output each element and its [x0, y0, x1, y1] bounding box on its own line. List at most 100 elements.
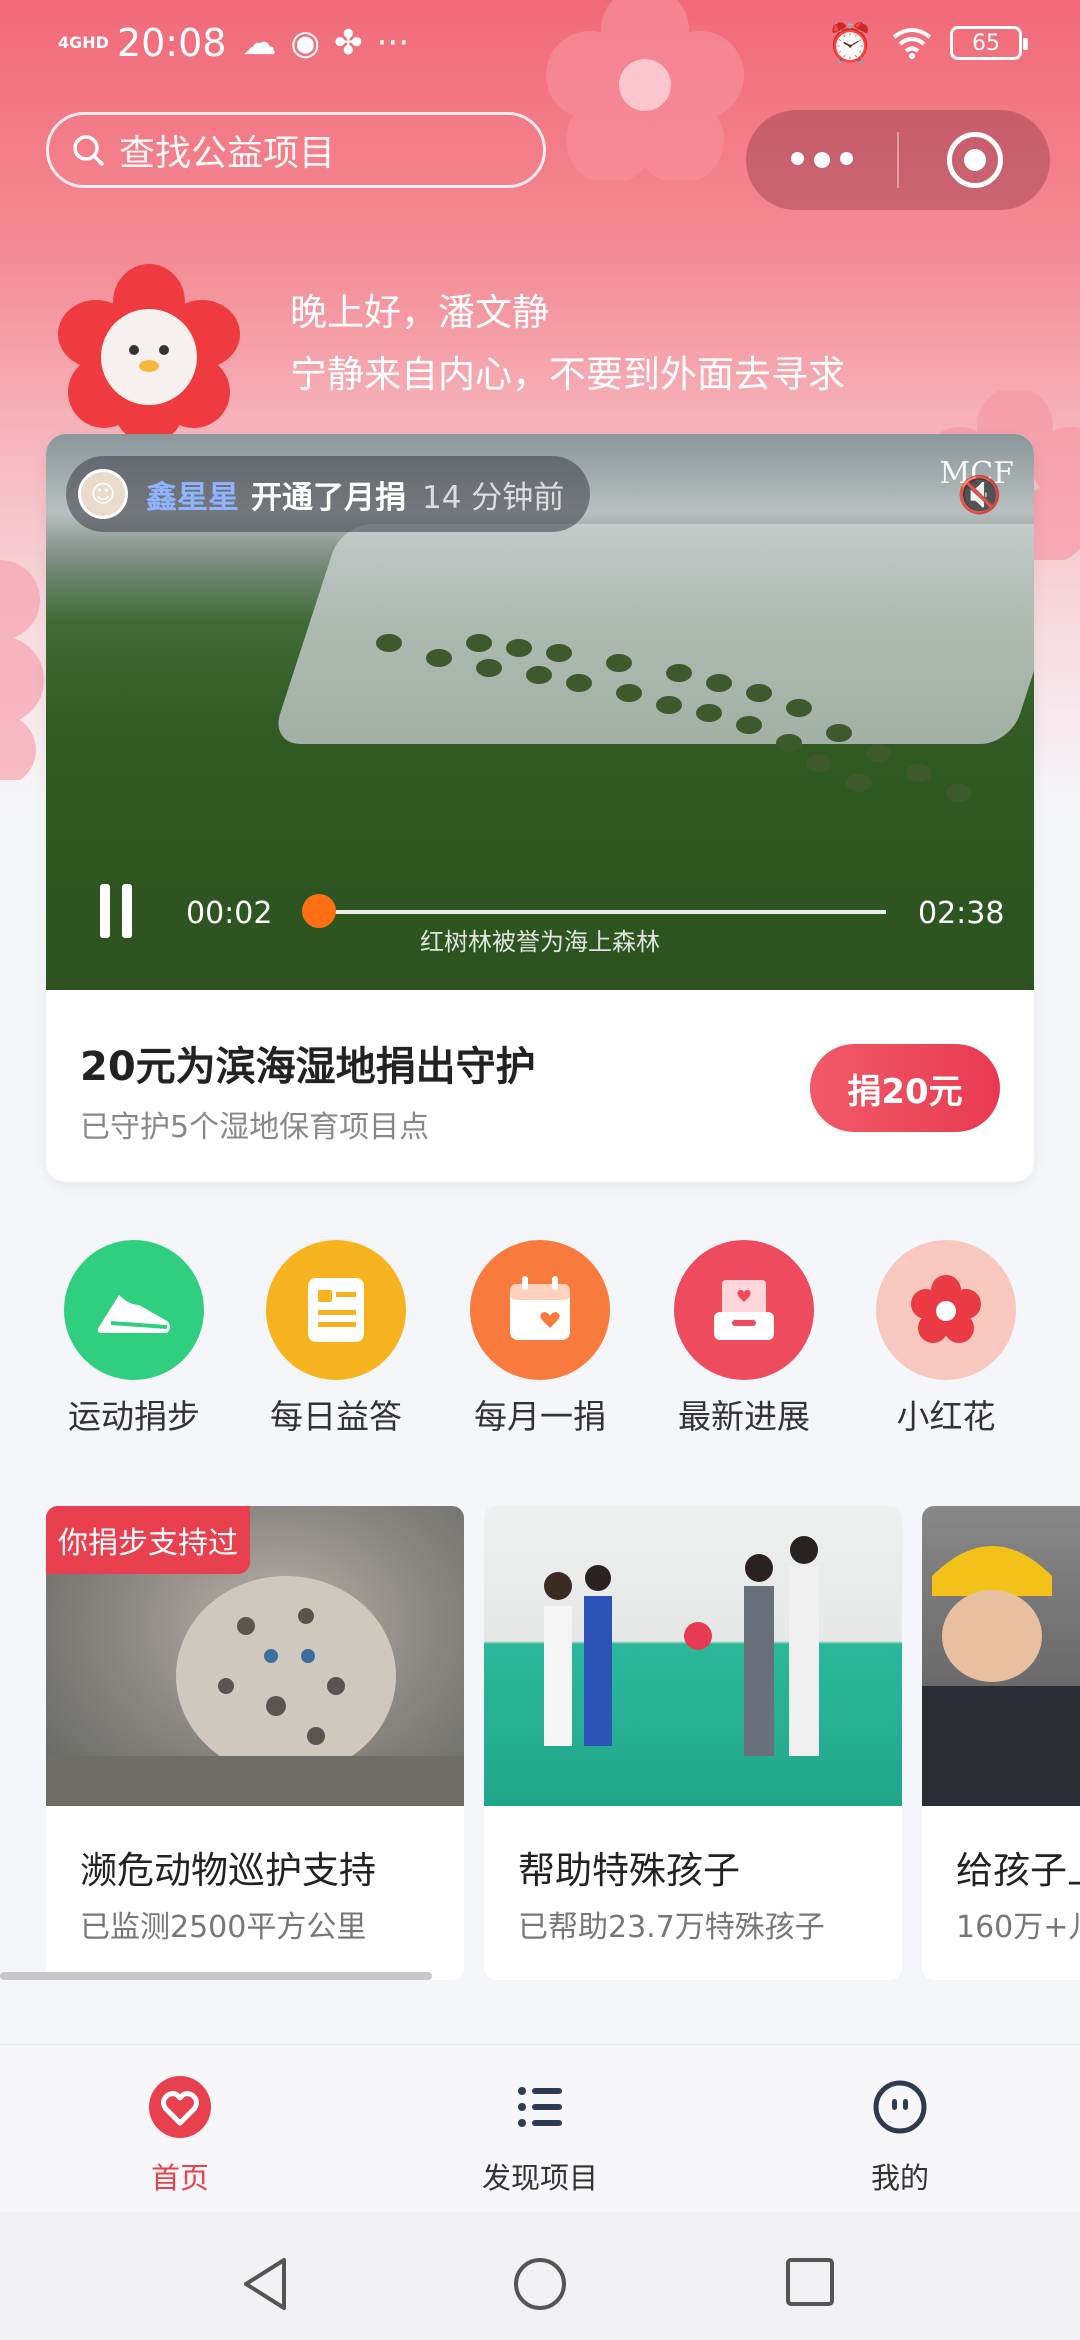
status-time: 20:08: [116, 21, 227, 65]
home-circle-icon[interactable]: [512, 2256, 568, 2312]
system-navigation-bar: [0, 2212, 1080, 2340]
mini-program-capsule: [746, 110, 1050, 210]
project-title: 20元为滨海湿地捐出守护: [80, 1044, 536, 1090]
tab-label: 首页: [150, 2161, 209, 2195]
target-close-icon: [946, 132, 1003, 188]
children-class-image: [922, 1506, 1080, 1806]
cloud-icon: ☁: [242, 23, 277, 63]
list-icon: [518, 2087, 562, 2127]
greeting-title: 晚上好，潘文静: [290, 291, 549, 334]
greeting: 晚上好，潘文静 宁静来自内心，不要到外面去寻求: [290, 282, 845, 406]
mangrove-clump: [376, 634, 402, 652]
more-notifications: ···: [376, 23, 410, 63]
project-card-title: 给孩子上: [956, 1849, 1080, 1892]
close-button[interactable]: [899, 110, 1050, 210]
mangrove-clump: [426, 649, 452, 667]
project-carousel[interactable]: 你捐步支持过 濒危动物巡护支持 已监测2500平方公里 帮助特殊孩子 已帮助23…: [0, 1506, 1080, 1980]
mangrove-clump: [656, 696, 682, 714]
donation-toast: ☺ 鑫星星 开通了月捐 14 分钟前: [66, 456, 591, 532]
entry-label: 最新进展: [678, 1397, 810, 1436]
alarm-icon: ⏰: [826, 20, 874, 65]
voice-app-icon: ◉: [290, 23, 321, 63]
mangrove-clump: [506, 639, 532, 657]
wifi-icon: [892, 28, 932, 59]
mangrove-clump: [866, 744, 892, 762]
battery-indicator: 65: [950, 26, 1028, 60]
inbox-heart-icon: [674, 1240, 814, 1380]
video-progress-bar[interactable]: [302, 894, 886, 928]
recents-square-icon[interactable]: [784, 2256, 836, 2308]
entry-label: 小红花: [896, 1397, 996, 1436]
project-card-title: 濒危动物巡护支持: [80, 1849, 376, 1892]
project-card-subtitle: 160万+儿: [956, 1910, 1080, 1945]
tab-label: 我的: [870, 2161, 929, 2195]
entry-sport-steps[interactable]: 运动捐步: [44, 1240, 224, 1438]
project-card-subtitle: 已监测2500平方公里: [80, 1910, 367, 1945]
mangrove-clump: [546, 644, 572, 662]
more-button[interactable]: [746, 110, 897, 210]
mangrove-clump: [606, 654, 632, 672]
project-card[interactable]: 你捐步支持过 濒危动物巡护支持 已监测2500平方公里: [46, 1506, 464, 1980]
red-flower-icon: [876, 1240, 1016, 1380]
donor-avatar: ☺: [78, 469, 128, 519]
donor-action: 开通了月捐: [251, 479, 406, 516]
entry-label: 每月一捐: [474, 1397, 606, 1436]
network-indicator: 4GHD: [58, 33, 109, 52]
home-heart-icon: [149, 2076, 211, 2138]
tab-label: 发现项目: [481, 2161, 598, 2195]
mangrove-clump: [706, 674, 732, 692]
mangrove-clump: [846, 774, 872, 792]
mangrove-clump: [526, 666, 552, 684]
featured-project-card[interactable]: ☺ 鑫星星 开通了月捐 14 分钟前 MCF 🔇 00:02 02:38 红树林…: [46, 434, 1034, 1182]
carousel-scrollbar: [0, 1972, 432, 1980]
search-placeholder: 查找公益项目: [119, 133, 336, 174]
mangrove-clump: [466, 634, 492, 652]
entry-label: 运动捐步: [68, 1397, 200, 1436]
donate-button[interactable]: 捐20元: [810, 1044, 1000, 1132]
project-card[interactable]: 给孩子上 160万+儿: [922, 1506, 1080, 1980]
project-video[interactable]: ☺ 鑫星星 开通了月捐 14 分钟前 MCF 🔇 00:02 02:38 红树林…: [46, 434, 1034, 990]
project-card[interactable]: 帮助特殊孩子 已帮助23.7万特殊孩子: [484, 1506, 902, 1980]
project-subtitle: 已守护5个湿地保育项目点: [80, 1110, 430, 1145]
mangrove-clump: [776, 734, 802, 752]
mangrove-clump: [946, 784, 972, 802]
project-card-subtitle: 已帮助23.7万特殊孩子: [518, 1910, 825, 1945]
flower-mascot-icon: [58, 264, 240, 442]
tab-discover[interactable]: 发现项目: [440, 2075, 640, 2197]
mangrove-clump: [806, 754, 832, 772]
bottom-tab-bar: 首页 发现项目 我的: [0, 2044, 1080, 2212]
quiz-card-icon: [266, 1240, 406, 1380]
mangrove-clump: [666, 664, 692, 682]
fan-app-icon: ✤: [334, 23, 363, 63]
donation-time: 14 分钟前: [422, 479, 565, 516]
mangrove-clump: [786, 699, 812, 717]
special-children-image: [484, 1506, 902, 1806]
project-card-title: 帮助特殊孩子: [518, 1849, 740, 1892]
tab-home[interactable]: 首页: [80, 2075, 280, 2197]
donor-name: 鑫星星: [146, 479, 239, 516]
search-icon: [73, 135, 104, 166]
entry-monthly-donation[interactable]: 每月一捐: [450, 1240, 630, 1438]
greeting-quote: 宁静来自内心，不要到外面去寻求: [290, 353, 845, 396]
more-dots-icon: [790, 152, 853, 168]
mangrove-clump: [746, 684, 772, 702]
entry-label: 每日益答: [270, 1397, 402, 1436]
entry-latest-progress[interactable]: 最新进展: [654, 1240, 834, 1438]
mute-icon[interactable]: 🔇: [957, 474, 1002, 516]
tab-mine[interactable]: 我的: [800, 2075, 1000, 2197]
smile-profile-icon: [873, 2080, 927, 2134]
calendar-heart-icon: [470, 1240, 610, 1380]
mangrove-clump: [476, 659, 502, 677]
search-input[interactable]: 查找公益项目: [46, 112, 546, 188]
back-icon[interactable]: [240, 2256, 290, 2312]
entry-little-red-flower[interactable]: 小红花: [856, 1240, 1036, 1438]
snow-leopard-image: 你捐步支持过: [46, 1506, 464, 1806]
mangrove-clump: [616, 684, 642, 702]
video-caption: 红树林被誉为海上森林: [420, 928, 660, 956]
mangrove-clump: [826, 724, 852, 742]
quick-entries: 运动捐步 每日益答 每月一捐 最新进展 小红花: [0, 1240, 1080, 1440]
mangrove-clump: [696, 704, 722, 722]
entry-daily-quiz[interactable]: 每日益答: [246, 1240, 426, 1438]
supported-tag: 你捐步支持过: [46, 1506, 250, 1574]
mangrove-clump: [906, 764, 932, 782]
